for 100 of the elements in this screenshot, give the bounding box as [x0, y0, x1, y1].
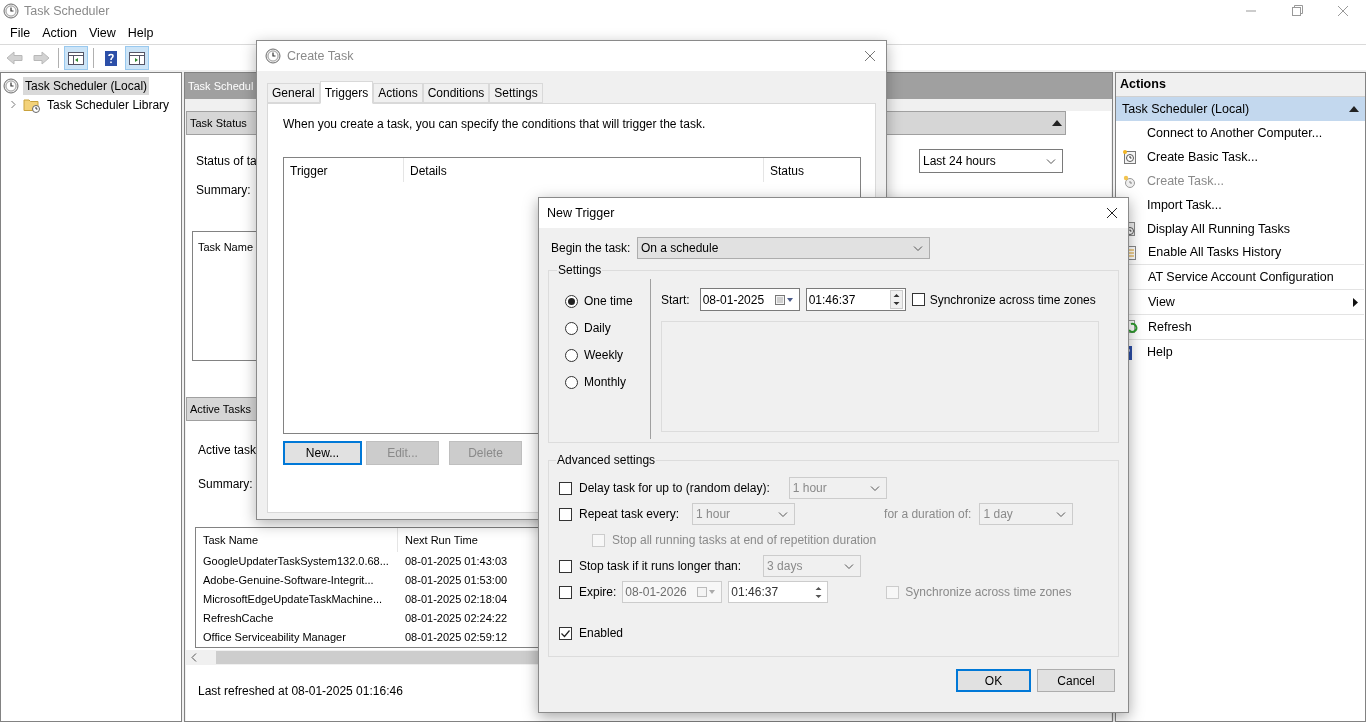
- tab[interactable]: Settings: [489, 83, 543, 103]
- column-header[interactable]: Status: [764, 158, 842, 182]
- checkbox[interactable]: [559, 507, 572, 521]
- table-cell-text: 08-01-2025 01:43:03: [404, 554, 509, 570]
- table-cell-text: Adobe-Genuine-Software-Integrit...: [202, 573, 375, 589]
- table-cell-text: 08-01-2025 02:24:22: [404, 611, 509, 627]
- chevron-down-icon: [844, 562, 855, 570]
- tab[interactable]: General: [267, 83, 320, 103]
- dropdown[interactable]: Last 24 hours: [919, 149, 1063, 173]
- collapse-icon: [1349, 106, 1359, 112]
- pane-title: Actions: [1116, 73, 1365, 97]
- spinner-icon: [889, 290, 903, 309]
- table-cell-text: GoogleUpdaterTaskSystem132.0.68...: [202, 554, 390, 570]
- time-field[interactable]: 01:46:37: [728, 581, 829, 603]
- submenu-arrow-icon: [1353, 297, 1358, 307]
- chevron-down-icon: [778, 510, 789, 518]
- checkbox-label: Repeat task every:: [579, 506, 680, 523]
- tree-item[interactable]: Task Scheduler (Local): [23, 76, 150, 95]
- action-link[interactable]: Refresh: [1148, 317, 1192, 337]
- label: for a duration of:: [884, 506, 972, 523]
- column-header[interactable]: Trigger: [284, 158, 404, 182]
- column-header[interactable]: Next Run Time: [398, 528, 538, 552]
- folder-clock-icon: [23, 96, 41, 113]
- tab[interactable]: Actions: [373, 83, 423, 103]
- action-link[interactable]: AT Service Account Configuration: [1148, 267, 1334, 287]
- collapse-icon: [1052, 120, 1062, 126]
- radio-button[interactable]: [565, 375, 578, 389]
- checkbox-label: Enabled: [579, 625, 624, 642]
- checkbox-label: Delay task for up to (random delay):: [579, 480, 770, 497]
- menu-item[interactable]: Action: [36, 23, 83, 43]
- radio-label: One time: [584, 293, 633, 310]
- radio-button[interactable]: [565, 294, 578, 308]
- radio-label: Weekly: [584, 347, 624, 364]
- tab[interactable]: Triggers: [319, 81, 374, 104]
- date-field[interactable]: 08-01-2026: [622, 581, 723, 603]
- clock-icon: [3, 3, 19, 19]
- tab[interactable]: Conditions: [422, 83, 490, 103]
- dialog-title: Create Task: [287, 47, 354, 65]
- chevron-down-icon: [869, 484, 880, 492]
- tree-item[interactable]: Task Scheduler Library: [45, 95, 172, 114]
- checkbox[interactable]: [559, 585, 572, 599]
- pane-button[interactable]: [125, 45, 149, 70]
- radio-button[interactable]: [565, 348, 578, 362]
- calendar-icon: [697, 587, 718, 597]
- checkbox-label: Stop task if it runs longer than:: [579, 558, 742, 575]
- checkbox[interactable]: [559, 481, 572, 495]
- time-field[interactable]: 01:46:37: [805, 288, 906, 311]
- action-link[interactable]: Import Task...: [1147, 195, 1222, 215]
- menu-item[interactable]: View: [82, 23, 122, 43]
- action-link[interactable]: Display All Running Tasks: [1147, 219, 1290, 239]
- checkbox-label: Expire:: [579, 584, 617, 601]
- checkbox-label: Stop all running tasks at end of repetition duration: [612, 532, 877, 549]
- column-header: Task Name: [198, 241, 254, 253]
- group-title: Advanced settings: [556, 452, 657, 469]
- section-title: Task Status: [190, 115, 247, 131]
- checkbox-label: Synchronize across time zones: [929, 291, 1096, 309]
- table-cell-text: 08-01-2025 02:18:04: [404, 592, 509, 608]
- action-link[interactable]: Connect to Another Computer...: [1147, 123, 1323, 143]
- label: Begin the task:: [551, 240, 632, 257]
- action-link[interactable]: View: [1148, 292, 1175, 312]
- status-text: Last refreshed at 08-01-2025 01:16:46: [198, 683, 403, 700]
- label: Summary:: [198, 476, 253, 493]
- calendar-clock-icon: [1122, 149, 1138, 165]
- group-title: Settings: [557, 262, 603, 279]
- menu-item[interactable]: Help: [121, 23, 160, 43]
- label: Active task: [198, 442, 257, 459]
- table-cell-text: RefreshCache: [202, 611, 275, 627]
- button[interactable]: New...: [283, 441, 362, 465]
- radio-button[interactable]: [565, 321, 578, 335]
- action-link[interactable]: Help: [1147, 343, 1173, 362]
- radio-label: Monthly: [584, 374, 627, 391]
- radio-label: Daily: [584, 320, 611, 337]
- column-header[interactable]: Task Name: [196, 528, 398, 552]
- action-link[interactable]: Create Basic Task...: [1147, 147, 1258, 167]
- button[interactable]: OK: [956, 669, 1031, 692]
- calendar-icon: [774, 294, 795, 305]
- action-link[interactable]: Enable All Tasks History: [1148, 243, 1282, 262]
- checkbox-label: Synchronize across time zones: [905, 584, 1072, 601]
- close-icon[interactable]: [1106, 207, 1118, 219]
- table-cell-text: Office Serviceability Manager: [202, 630, 347, 646]
- clock-icon: [3, 77, 19, 94]
- dropdown[interactable]: On a schedule: [637, 237, 930, 259]
- section-title: Active Tasks: [190, 401, 251, 417]
- table-cell-text: MicrosoftEdgeUpdateTaskMachine...: [202, 592, 384, 608]
- label: Start:: [661, 291, 690, 309]
- description-text: When you create a task, you can specify the conditions that will trigger the task.: [283, 116, 706, 133]
- chevron-down-icon: [1056, 510, 1067, 518]
- table-cell-text: 08-01-2025 01:53:00: [404, 573, 509, 589]
- clock-icon: [265, 48, 281, 64]
- window-title: Task Scheduler: [24, 2, 110, 20]
- pane-button[interactable]: [64, 45, 88, 70]
- checkbox[interactable]: [559, 559, 572, 573]
- button[interactable]: Cancel: [1037, 669, 1115, 692]
- group-header[interactable]: Task Scheduler (Local): [1116, 97, 1365, 121]
- menu-item[interactable]: File: [4, 23, 37, 43]
- checkbox[interactable]: [559, 626, 572, 640]
- column-header[interactable]: Details: [404, 158, 764, 182]
- date-field[interactable]: 08-01-2025: [699, 288, 800, 311]
- clock-icon: [1122, 173, 1138, 189]
- checkbox[interactable]: [911, 293, 925, 306]
